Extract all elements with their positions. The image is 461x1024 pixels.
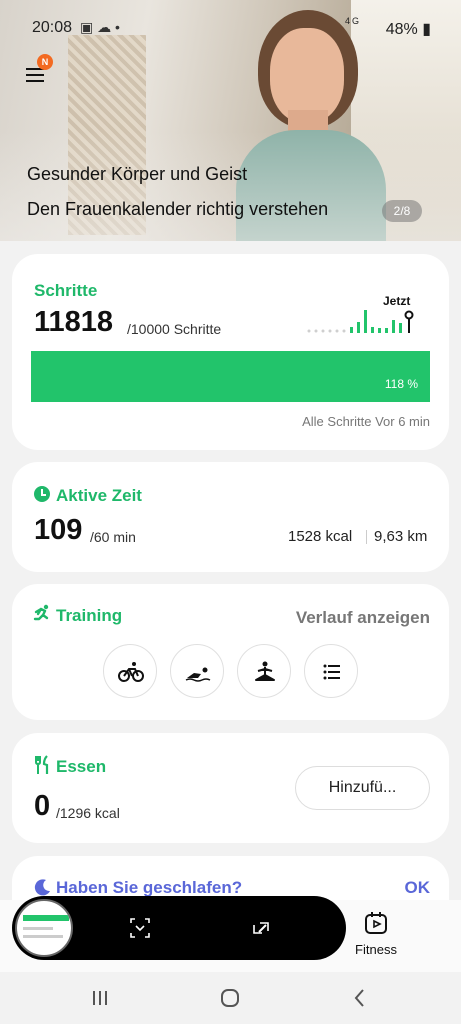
sleep-question: Haben Sie geschlafen? — [56, 878, 243, 897]
running-icon — [33, 604, 49, 621]
food-card[interactable]: Essen 0 /1296 kcal Hinzufü... — [12, 733, 449, 843]
recent-apps-icon[interactable] — [88, 986, 112, 1010]
tab-fitness-label: Fitness — [355, 942, 397, 957]
add-food-button[interactable]: Hinzufü... — [295, 766, 430, 810]
steps-footer: Alle Schritte Vor 6 min — [302, 414, 430, 429]
steps-goal: /10000 Schritte — [127, 321, 222, 337]
banner-shade — [0, 131, 461, 241]
cycling-icon — [118, 662, 144, 682]
menu-button[interactable]: N — [26, 54, 56, 88]
list-icon — [323, 664, 340, 680]
food-calories-value: 0 — [34, 790, 51, 822]
yoga-icon — [255, 661, 275, 681]
divider — [366, 530, 367, 544]
cycling-button[interactable] — [103, 644, 157, 698]
clock-icon — [34, 486, 50, 502]
steps-progress-fill — [31, 351, 430, 402]
banner-title-line2: Den Frauenkalender richtig verstehen — [27, 199, 329, 219]
steps-title: Schritte — [34, 281, 98, 300]
food-title: Essen — [56, 757, 107, 776]
status-time: 20:08 — [32, 19, 73, 36]
moon-icon — [34, 879, 50, 896]
sleep-ok-button[interactable]: OK — [405, 878, 431, 898]
hourly-steps-chart — [307, 310, 414, 333]
battery-text: 48% — [385, 21, 418, 38]
banner-title-line1: Gesunder Körper und Geist — [27, 164, 248, 184]
swimming-button[interactable] — [170, 644, 224, 698]
fitness-icon — [365, 912, 387, 934]
food-calorie-goal: /1296 kcal — [56, 805, 120, 821]
notification-icons: ▣ ☁ • — [80, 19, 120, 35]
thumbnail-preview-line — [23, 935, 63, 938]
status-bar: 20:08 ▣ ☁ • 4G 48% ▮ — [0, 0, 461, 56]
now-marker-icon — [404, 310, 414, 320]
active-time-value: 109 — [34, 514, 83, 546]
yoga-button[interactable] — [237, 644, 291, 698]
home-icon[interactable] — [218, 986, 242, 1010]
training-card: Training Verlauf anzeigen — [12, 584, 449, 720]
system-navigation-bar — [0, 972, 461, 1024]
banner-pager: 2/8 — [382, 200, 422, 222]
exercise-list-button[interactable] — [304, 644, 358, 698]
tab-fitness[interactable]: Fitness — [344, 910, 408, 966]
distance: 9,63 km — [374, 528, 428, 545]
network-indicator: 4G — [344, 16, 361, 26]
screenshot-thumbnail[interactable] — [15, 899, 73, 957]
steps-value: 11818 — [34, 306, 114, 338]
swimming-icon — [185, 667, 211, 682]
menu-icon-bar — [26, 80, 44, 82]
menu-icon-bar — [26, 74, 44, 76]
back-icon[interactable] — [348, 986, 372, 1010]
active-time-goal: /60 min — [90, 529, 136, 545]
calories-burned: 1528 kcal — [288, 528, 353, 545]
thumbnail-preview-line — [23, 927, 53, 930]
notification-badge: N — [37, 54, 53, 70]
training-title: Training — [56, 606, 123, 625]
steps-progress-label: 118 % — [384, 377, 418, 391]
steps-progress-bar: 118 % — [31, 351, 430, 402]
thumbnail-preview-bar — [23, 915, 69, 921]
view-history-link[interactable]: Verlauf anzeigen — [296, 608, 430, 628]
steps-card[interactable]: Schritte 11818 /10000 Schritte Jetzt 118… — [12, 254, 449, 450]
edit-screenshot-icon[interactable] — [250, 917, 272, 939]
now-label: Jetzt — [383, 294, 411, 308]
active-time-title: Aktive Zeit — [56, 486, 142, 505]
fork-knife-icon — [35, 755, 49, 774]
screenshot-toolbar — [12, 896, 346, 960]
battery-level: 48% ▮ — [385, 21, 431, 38]
scroll-capture-icon[interactable] — [129, 917, 151, 939]
active-time-card[interactable]: Aktive Zeit 109 /60 min 1528 kcal 9,63 k… — [12, 462, 449, 572]
hero-banner[interactable]: 20:08 ▣ ☁ • 4G 48% ▮ N Gesunder Körper u… — [0, 0, 461, 241]
